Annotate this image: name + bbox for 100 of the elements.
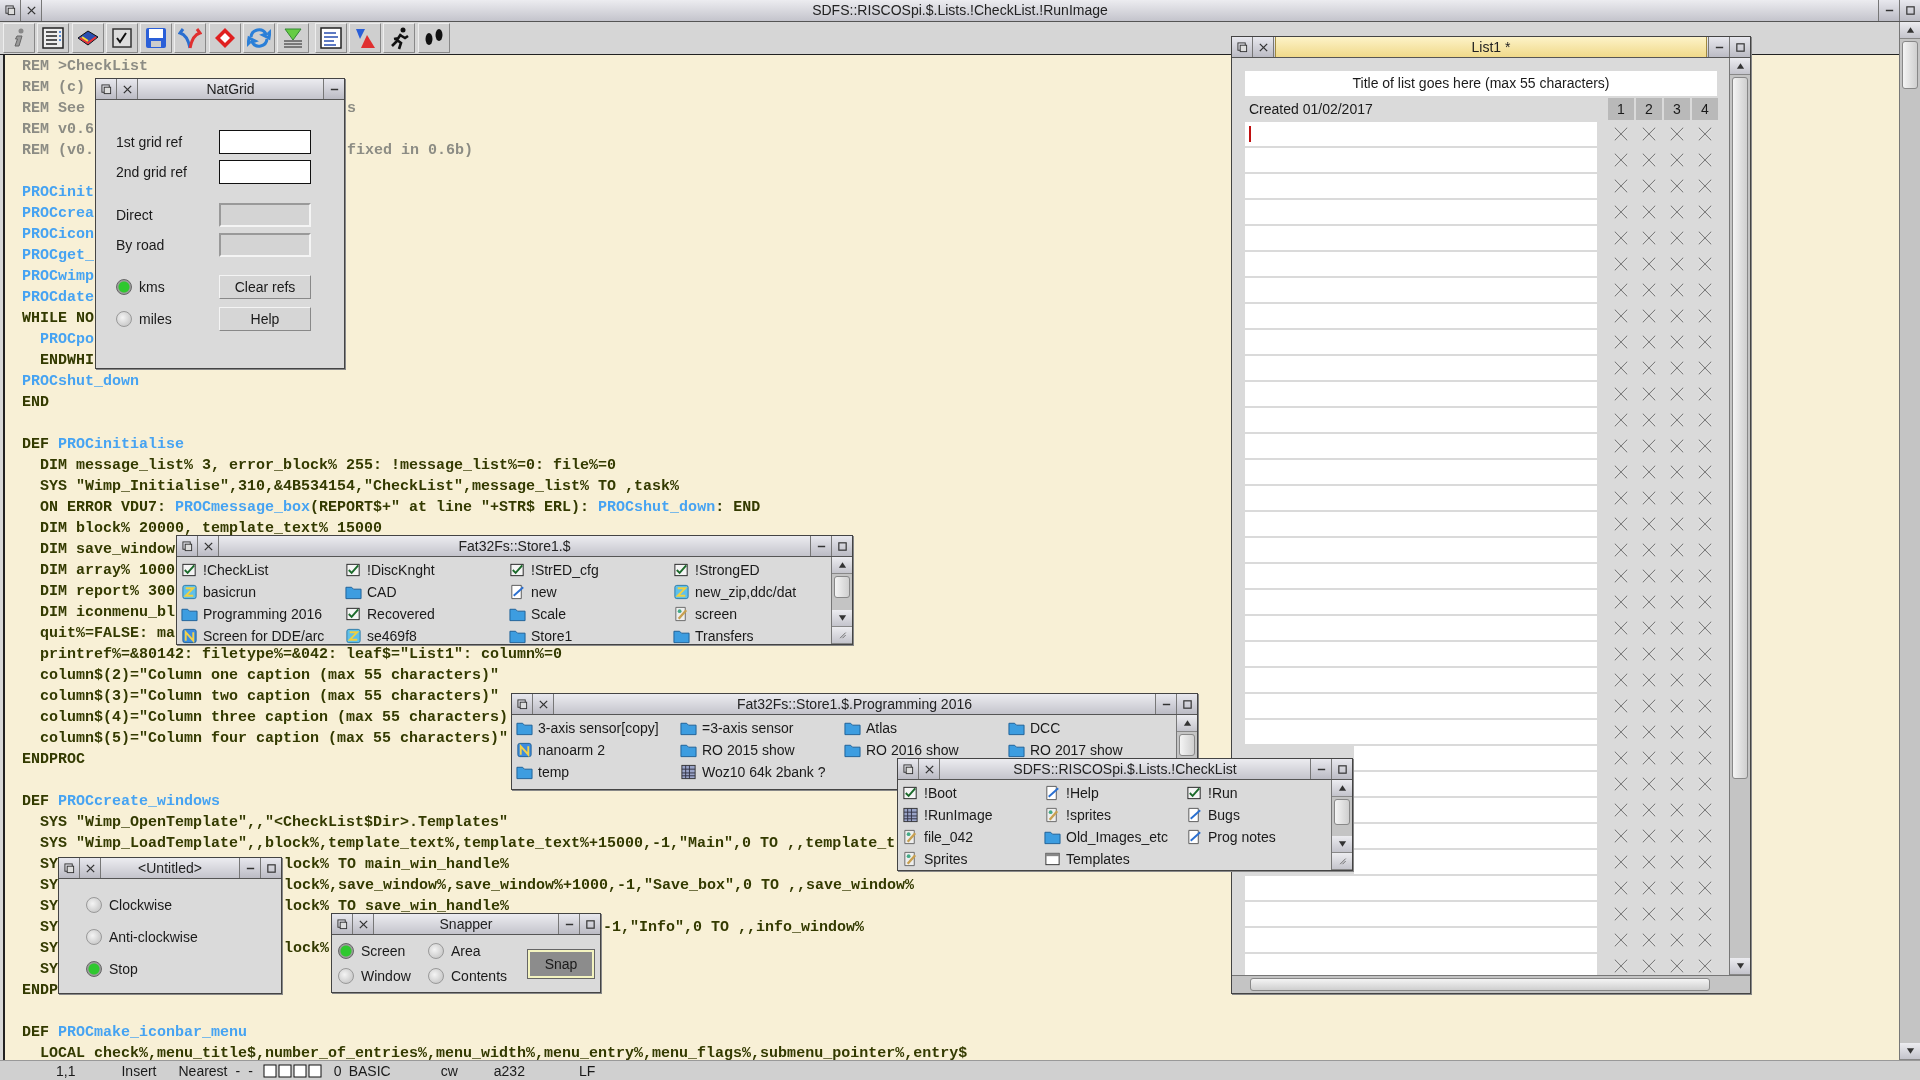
vertical-scrollbar[interactable]: [1729, 58, 1750, 975]
item-field[interactable]: [1245, 226, 1597, 250]
file-item[interactable]: temp: [516, 761, 680, 783]
item-field[interactable]: [1245, 876, 1597, 900]
iconise-button[interactable]: [1708, 37, 1729, 57]
input-field[interactable]: [219, 130, 311, 154]
file-item[interactable]: Sprites: [902, 848, 1044, 870]
iconise-button[interactable]: [323, 79, 344, 99]
file-item[interactable]: se469f8: [345, 625, 509, 644]
file-item[interactable]: Scale: [509, 603, 673, 625]
item-field[interactable]: [1245, 590, 1597, 614]
file-item[interactable]: !Run: [1186, 782, 1328, 804]
run-button[interactable]: [383, 23, 416, 53]
file-item[interactable]: Recovered: [345, 603, 509, 625]
item-field[interactable]: [1245, 668, 1597, 692]
item-field[interactable]: [1245, 434, 1597, 458]
item-field[interactable]: [1245, 642, 1597, 666]
manual-button[interactable]: [71, 23, 104, 53]
file-item[interactable]: Transfers: [673, 625, 831, 644]
iconise-button[interactable]: [1310, 759, 1331, 779]
item-field[interactable]: [1245, 330, 1597, 354]
file-item[interactable]: Atlas: [844, 717, 1008, 739]
radio-button[interactable]: kms: [116, 275, 219, 299]
toggle-size-button[interactable]: [831, 536, 852, 556]
file-item[interactable]: Bugs: [1186, 804, 1328, 826]
toggle-size-button[interactable]: [1331, 759, 1352, 779]
toggle-size-button[interactable]: [1176, 694, 1197, 714]
radio-button[interactable]: Clockwise: [86, 893, 281, 917]
file-item[interactable]: Woz10 64k 2bank ?: [680, 761, 844, 783]
item-field[interactable]: [1245, 278, 1597, 302]
file-item[interactable]: CAD: [345, 581, 509, 603]
item-field[interactable]: [1245, 928, 1597, 952]
toggle-size-button[interactable]: [1899, 0, 1920, 21]
item-field[interactable]: [1245, 460, 1597, 484]
save-button[interactable]: [140, 23, 173, 53]
file-item[interactable]: !StrED_cfg: [509, 559, 673, 581]
item-field[interactable]: [1245, 356, 1597, 380]
close-button[interactable]: [353, 914, 374, 934]
item-field[interactable]: [1245, 512, 1597, 536]
scrollbar-thumb[interactable]: [1179, 734, 1195, 756]
back-button[interactable]: [0, 0, 21, 21]
item-field[interactable]: [1245, 148, 1597, 172]
back-button[interactable]: [332, 914, 353, 934]
vertical-scrollbar[interactable]: [1899, 22, 1920, 1060]
back-button[interactable]: [898, 759, 919, 779]
file-item[interactable]: new_zip,ddc/dat: [673, 581, 831, 603]
close-button[interactable]: [80, 858, 101, 878]
file-item[interactable]: Prog notes: [1186, 826, 1328, 848]
radio-button[interactable]: Area: [428, 939, 518, 963]
window-button[interactable]: [314, 23, 347, 53]
close-button[interactable]: [198, 536, 219, 556]
file-item[interactable]: !sprites: [1044, 804, 1186, 826]
refresh-button[interactable]: [243, 23, 276, 53]
swap-button[interactable]: [174, 23, 207, 53]
vertical-scrollbar[interactable]: [831, 557, 852, 644]
item-field[interactable]: [1245, 954, 1597, 975]
file-item[interactable]: 3-axis sensor[copy]: [516, 717, 680, 739]
item-field[interactable]: [1245, 122, 1597, 146]
file-item[interactable]: DCC: [1008, 717, 1172, 739]
iconise-button[interactable]: [239, 858, 260, 878]
snap-button[interactable]: Snap: [528, 949, 594, 978]
back-button[interactable]: [177, 536, 198, 556]
close-button[interactable]: [919, 759, 940, 779]
back-button[interactable]: [512, 694, 533, 714]
file-item[interactable]: !CheckList: [181, 559, 345, 581]
item-field[interactable]: [1245, 564, 1597, 588]
file-item[interactable]: !RunImage: [902, 804, 1044, 826]
item-field[interactable]: [1245, 200, 1597, 224]
file-item[interactable]: screen: [673, 603, 831, 625]
item-field[interactable]: [1245, 304, 1597, 328]
iconise-button[interactable]: [1878, 0, 1899, 21]
file-item[interactable]: =3-axis sensor: [680, 717, 844, 739]
footprints-button[interactable]: [417, 23, 450, 53]
item-field[interactable]: [1245, 252, 1597, 276]
item-field[interactable]: [1245, 408, 1597, 432]
close-button[interactable]: [21, 0, 42, 21]
file-item[interactable]: new: [509, 581, 673, 603]
radio-button[interactable]: Screen: [338, 939, 428, 963]
file-item[interactable]: Templates: [1044, 848, 1186, 870]
triangles-button[interactable]: [348, 23, 381, 53]
file-item[interactable]: file_042: [902, 826, 1044, 848]
item-field[interactable]: [1354, 798, 1597, 822]
file-item[interactable]: RO 2016 show: [844, 739, 1008, 761]
file-item[interactable]: Programming 2016: [181, 603, 345, 625]
scrollbar-thumb[interactable]: [1334, 799, 1350, 825]
scrollbar-thumb[interactable]: [834, 576, 850, 598]
vertical-scrollbar[interactable]: [1331, 780, 1352, 870]
checkbox-button[interactable]: [105, 23, 138, 53]
toggle-size-button[interactable]: [579, 914, 600, 934]
item-field[interactable]: [1245, 486, 1597, 510]
item-field[interactable]: [1354, 746, 1597, 770]
file-item[interactable]: basicrun: [181, 581, 345, 603]
iconise-button[interactable]: [558, 914, 579, 934]
radio-button[interactable]: miles: [116, 307, 219, 331]
file-item[interactable]: RO 2015 show: [680, 739, 844, 761]
back-button[interactable]: [1232, 37, 1253, 57]
toggle-size-button[interactable]: [1729, 37, 1750, 57]
item-field[interactable]: [1354, 850, 1597, 874]
file-item[interactable]: !DiscKnght: [345, 559, 509, 581]
action-button[interactable]: Help: [219, 307, 311, 331]
